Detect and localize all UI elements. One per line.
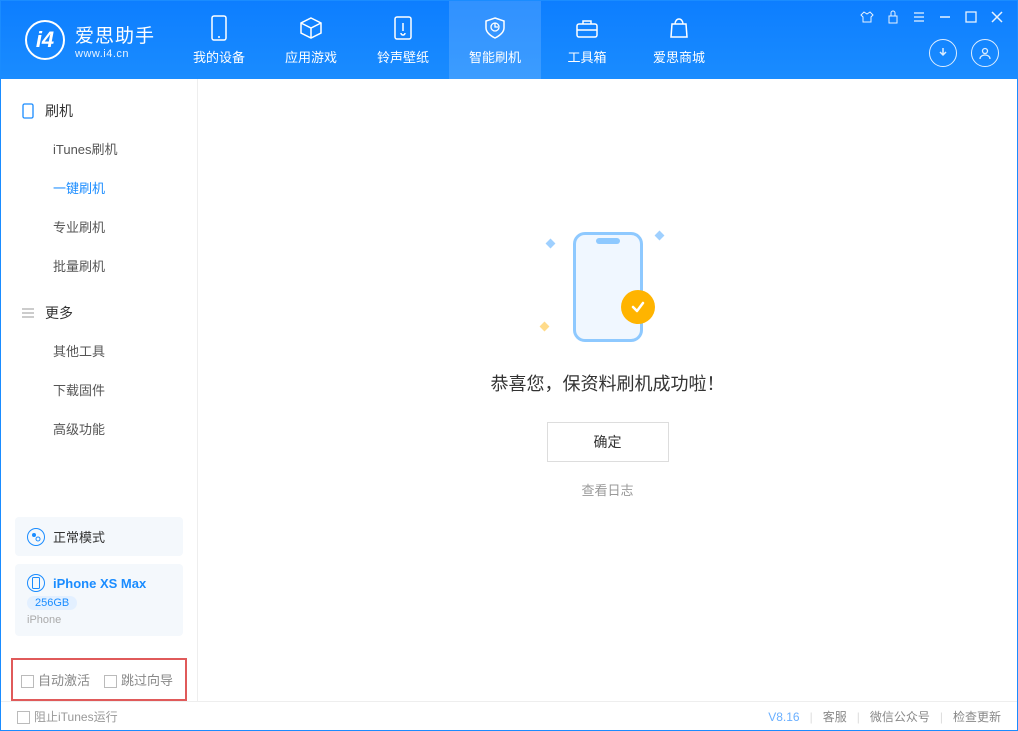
- checkbox-icon[interactable]: [104, 675, 117, 688]
- tab-label: 智能刷机: [469, 47, 521, 66]
- device-icon: [206, 15, 232, 41]
- separator: |: [810, 710, 813, 724]
- logo-icon: i4: [25, 20, 65, 60]
- app-header: i4 爱思助手 www.i4.cn 我的设备 应用游戏 铃声壁纸 智能刷机 工具…: [1, 1, 1017, 79]
- tab-label: 应用游戏: [285, 47, 337, 66]
- app-url: www.i4.cn: [75, 48, 155, 60]
- tab-my-device[interactable]: 我的设备: [173, 1, 265, 79]
- option-label: 自动激活: [38, 673, 90, 688]
- app-name: 爱思助手: [75, 21, 155, 48]
- cube-icon: [298, 15, 324, 41]
- device-card[interactable]: iPhone XS Max 256GB iPhone: [15, 564, 183, 636]
- option-label: 阻止iTunes运行: [34, 710, 118, 724]
- sidebar-item-other-tools[interactable]: 其他工具: [1, 331, 197, 370]
- logo-text: 爱思助手 www.i4.cn: [75, 21, 155, 60]
- phone-icon: [573, 232, 643, 342]
- device-small-icon: [27, 574, 45, 592]
- success-message: 恭喜您，保资料刷机成功啦！: [491, 370, 725, 396]
- download-icon[interactable]: [929, 39, 957, 67]
- device-panel: 正常模式 iPhone XS Max 256GB iPhone: [1, 517, 197, 652]
- music-icon: [390, 15, 416, 41]
- user-icon[interactable]: [971, 39, 999, 67]
- device-name: iPhone XS Max: [53, 576, 146, 591]
- options-box: 自动激活 跳过向导: [11, 658, 187, 701]
- bag-icon: [666, 15, 692, 41]
- status-bar: 阻止iTunes运行 V8.16 | 客服 | 微信公众号 | 检查更新: [1, 701, 1017, 731]
- close-icon[interactable]: [989, 9, 1005, 25]
- lock-icon[interactable]: [885, 9, 901, 25]
- shirt-icon[interactable]: [859, 9, 875, 25]
- auto-activate-option[interactable]: 自动激活: [21, 670, 90, 689]
- tab-apps-games[interactable]: 应用游戏: [265, 1, 357, 79]
- sidebar: 刷机 iTunes刷机 一键刷机 专业刷机 批量刷机 更多 其他工具 下载固件 …: [1, 79, 198, 701]
- option-label: 跳过向导: [121, 673, 173, 688]
- header-actions: [929, 39, 999, 67]
- group-title: 刷机: [45, 101, 73, 121]
- nav-tabs: 我的设备 应用游戏 铃声壁纸 智能刷机 工具箱 爱思商城: [173, 1, 725, 79]
- storage-badge: 256GB: [27, 596, 77, 610]
- menu-icon[interactable]: [911, 9, 927, 25]
- skip-guide-option[interactable]: 跳过向导: [104, 670, 173, 689]
- sidebar-item-download-firmware[interactable]: 下载固件: [1, 370, 197, 409]
- toolbox-icon: [574, 15, 600, 41]
- window-controls: [859, 9, 1005, 25]
- device-type: iPhone: [27, 614, 61, 626]
- logo[interactable]: i4 爱思助手 www.i4.cn: [1, 20, 173, 60]
- success-illustration: [533, 222, 683, 352]
- tab-ringtones-wallpapers[interactable]: 铃声壁纸: [357, 1, 449, 79]
- sidebar-item-onekey-flash[interactable]: 一键刷机: [1, 168, 197, 207]
- tab-label: 爱思商城: [653, 47, 705, 66]
- phone-icon: [21, 104, 35, 118]
- mode-card[interactable]: 正常模式: [15, 517, 183, 556]
- checkbox-icon[interactable]: [21, 675, 34, 688]
- sidebar-group-more[interactable]: 更多: [1, 295, 197, 331]
- separator: |: [940, 710, 943, 724]
- view-log-link[interactable]: 查看日志: [581, 480, 633, 499]
- maximize-icon[interactable]: [963, 9, 979, 25]
- ok-button[interactable]: 确定: [547, 422, 669, 462]
- tab-label: 工具箱: [568, 47, 607, 66]
- mode-label: 正常模式: [53, 527, 105, 546]
- separator: |: [857, 710, 860, 724]
- footer-right: V8.16 | 客服 | 微信公众号 | 检查更新: [768, 708, 1001, 725]
- version-label: V8.16: [768, 710, 799, 724]
- sparkle-icon: [654, 230, 664, 240]
- list-icon: [21, 306, 35, 320]
- sidebar-item-batch-flash[interactable]: 批量刷机: [1, 246, 197, 285]
- app-body: 刷机 iTunes刷机 一键刷机 专业刷机 批量刷机 更多 其他工具 下载固件 …: [1, 79, 1017, 701]
- shield-icon: [482, 15, 508, 41]
- group-title: 更多: [45, 303, 73, 323]
- block-itunes-option[interactable]: 阻止iTunes运行: [17, 708, 118, 725]
- tab-label: 铃声壁纸: [377, 47, 429, 66]
- support-link[interactable]: 客服: [823, 708, 847, 725]
- sidebar-group-flash[interactable]: 刷机: [1, 93, 197, 129]
- tab-smart-flash[interactable]: 智能刷机: [449, 1, 541, 79]
- check-update-link[interactable]: 检查更新: [953, 708, 1001, 725]
- sparkle-icon: [545, 238, 555, 248]
- tab-label: 我的设备: [193, 47, 245, 66]
- checkbox-icon[interactable]: [17, 711, 30, 724]
- main-content: 恭喜您，保资料刷机成功啦！ 确定 查看日志: [198, 79, 1017, 701]
- sidebar-item-itunes-flash[interactable]: iTunes刷机: [1, 129, 197, 168]
- tab-store[interactable]: 爱思商城: [633, 1, 725, 79]
- sparkle-icon: [539, 321, 549, 331]
- sidebar-item-advanced[interactable]: 高级功能: [1, 409, 197, 448]
- wechat-link[interactable]: 微信公众号: [870, 708, 930, 725]
- tab-toolbox[interactable]: 工具箱: [541, 1, 633, 79]
- check-icon: [621, 290, 655, 324]
- sidebar-item-pro-flash[interactable]: 专业刷机: [1, 207, 197, 246]
- minimize-icon[interactable]: [937, 9, 953, 25]
- mode-icon: [27, 528, 45, 546]
